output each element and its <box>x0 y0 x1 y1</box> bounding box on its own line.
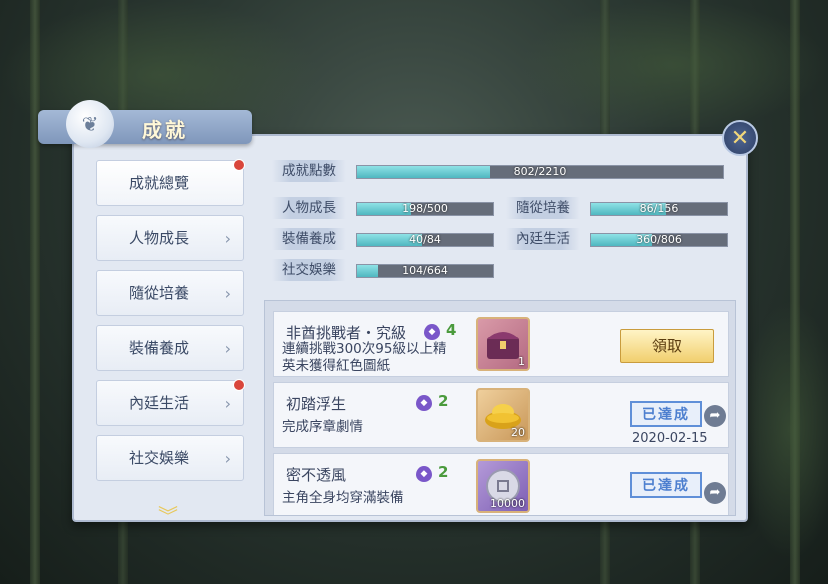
reward-gold-ingot-icon[interactable]: 20 <box>476 388 530 442</box>
reward-treasure-chest-icon[interactable]: 1 <box>476 317 530 371</box>
sidebar-item-character-growth[interactable]: 人物成長 › <box>96 215 244 261</box>
achievement-item: 非酋挑戰者・究級 ◆ 4 連續挑戰300次95級以上精 英未獲得紅色圖紙 1 領… <box>273 311 729 377</box>
achievement-desc: 主角全身均穿滿裝備 <box>282 490 404 506</box>
sidebar-item-label: 人物成長 <box>128 229 189 247</box>
stat-label-court-life: 內廷生活 <box>506 228 580 250</box>
page-title: 成就 <box>142 118 188 142</box>
achievement-gem-icon: ◆ <box>416 395 432 411</box>
stat-label-equipment: 裝備養成 <box>272 228 346 250</box>
chevron-right-icon: › <box>224 339 231 358</box>
notification-dot <box>233 379 245 391</box>
achievement-points: 2 <box>438 392 449 410</box>
sidebar-item-label: 內廷生活 <box>128 394 189 412</box>
progress-text: 360/806 <box>636 233 682 246</box>
achievement-desc-line2: 英未獲得紅色圖紙 <box>282 358 390 374</box>
stat-label-social: 社交娛樂 <box>272 259 346 281</box>
moon-bamboo-emblem-icon: ❦ <box>66 100 114 148</box>
progress-bar-follower-training: 86/156 <box>590 202 728 216</box>
chevron-right-icon: › <box>224 449 231 468</box>
progress-bar-character-growth: 198/500 <box>356 202 494 216</box>
sidebar-item-social[interactable]: 社交娛樂 › <box>96 435 244 481</box>
reward-quantity: 1 <box>518 355 525 368</box>
achievement-gem-icon: ◆ <box>424 324 440 340</box>
close-icon: ✕ <box>730 125 750 151</box>
close-button[interactable]: ✕ <box>722 120 758 156</box>
progress-text: 86/156 <box>639 202 679 215</box>
notification-dot <box>233 159 245 171</box>
progress-text: 198/500 <box>402 202 448 215</box>
chevron-right-icon: › <box>224 229 231 248</box>
achievement-points: 4 <box>446 321 457 339</box>
share-icon[interactable]: ➦ <box>704 482 726 504</box>
completed-stamp: 已達成 <box>630 472 702 498</box>
sidebar-item-label: 裝備養成 <box>128 339 189 357</box>
sidebar-item-label: 隨從培養 <box>128 284 189 302</box>
claim-button[interactable]: 領取 <box>620 329 714 363</box>
sidebar-item-court-life[interactable]: 內廷生活 › <box>96 379 245 426</box>
sidebar-item-label: 社交娛樂 <box>128 449 189 467</box>
reward-coin-icon[interactable]: 10000 <box>476 459 530 513</box>
achievement-list[interactable]: 非酋挑戰者・究級 ◆ 4 連續挑戰300次95級以上精 英未獲得紅色圖紙 1 領… <box>264 300 736 516</box>
reward-quantity: 20 <box>511 426 525 439</box>
achievement-item: 密不透風 ◆ 2 主角全身均穿滿裝備 10000 已達成 ➦ <box>273 453 729 515</box>
achievement-desc: 連續挑戰300次95級以上精 <box>282 341 447 357</box>
stat-label-follower-training: 隨從培養 <box>506 197 580 219</box>
achievement-name: 非酋挑戰者・究級 <box>286 324 407 342</box>
progress-bar-social: 104/664 <box>356 264 494 278</box>
achievement-desc: 完成序章劇情 <box>282 419 363 435</box>
scroll-down-arrow-icon[interactable]: ︾ <box>158 500 178 529</box>
share-icon[interactable]: ➦ <box>704 405 726 427</box>
sidebar-item-overview[interactable]: 成就總覽 <box>96 159 245 206</box>
reward-quantity: 10000 <box>490 497 525 510</box>
completed-stamp: 已達成 <box>630 401 702 427</box>
sidebar-item-equipment[interactable]: 裝備養成 › <box>96 325 244 371</box>
chevron-right-icon: › <box>224 284 231 303</box>
achievement-gem-icon: ◆ <box>416 466 432 482</box>
stat-label-character-growth: 人物成長 <box>272 197 346 219</box>
sidebar-item-label: 成就總覽 <box>128 174 189 192</box>
achievement-item: 初踏浮生 ◆ 2 完成序章劇情 20 已達成 ➦ 2020-02-15 <box>273 382 729 448</box>
progress-bar-total: 802/2210 <box>356 165 724 179</box>
progress-text: 802/2210 <box>513 165 567 178</box>
progress-bar-court-life: 360/806 <box>590 233 728 247</box>
stat-label-total: 成就點數 <box>272 160 346 182</box>
progress-text: 40/84 <box>409 233 441 246</box>
sidebar-item-follower-training[interactable]: 隨從培養 › <box>96 270 244 316</box>
progress-bar-equipment: 40/84 <box>356 233 494 247</box>
progress-text: 104/664 <box>402 264 448 277</box>
chevron-right-icon: › <box>224 394 231 413</box>
achievement-name: 初踏浮生 <box>286 395 347 413</box>
achievement-name: 密不透風 <box>286 466 347 484</box>
completion-date: 2020-02-15 <box>632 431 708 446</box>
achievement-points: 2 <box>438 463 449 481</box>
